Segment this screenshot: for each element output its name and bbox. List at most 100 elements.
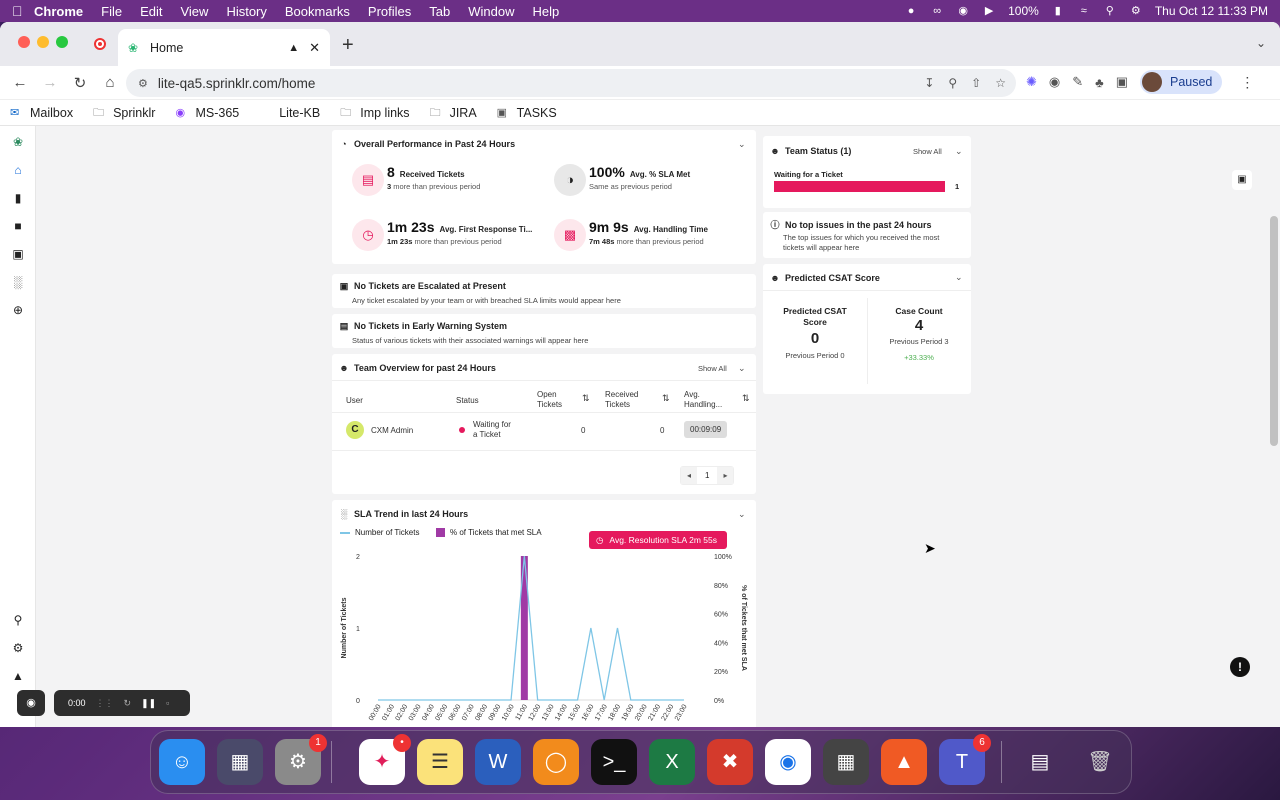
terminal-icon[interactable]: >_: [591, 739, 637, 785]
trash-bin-icon[interactable]: 🗑: [1077, 739, 1123, 785]
menu-view[interactable]: View: [180, 4, 208, 19]
launchpad-icon[interactable]: ▦: [217, 739, 263, 785]
extension-star-icon[interactable]: ✺: [1026, 74, 1037, 90]
page-scrollbar[interactable]: [1270, 216, 1278, 446]
speaker-icon[interactable]: ▲: [288, 42, 299, 54]
bookmark-implinks[interactable]: 🗀 Imp links: [340, 106, 409, 120]
close-window-button[interactable]: [18, 36, 30, 48]
address-bar[interactable]: ⚙ lite-qa5.sprinklr.com/home ↧ ⚲ ⇧ ☆: [126, 69, 1016, 97]
chevron-down-icon[interactable]: ⌄: [738, 509, 746, 520]
teams-icon[interactable]: T6: [939, 734, 991, 785]
team-status-show-all[interactable]: Show All: [913, 147, 942, 156]
notifications-nav-icon[interactable]: ▲: [10, 668, 26, 684]
slack-icon[interactable]: ✦ •: [359, 734, 411, 785]
contacts-nav-icon[interactable]: ■: [10, 218, 26, 234]
sort-icon[interactable]: ⇅: [662, 393, 670, 404]
drag-icon[interactable]: ⋮⋮: [96, 698, 114, 709]
bookmark-jira[interactable]: 🗀 JIRA: [430, 106, 477, 120]
search-nav-icon[interactable]: ⚲: [10, 612, 26, 628]
col-open[interactable]: Open: [537, 390, 557, 399]
vpn-icon[interactable]: ◉: [956, 5, 970, 17]
menu-app[interactable]: Chrome: [34, 4, 83, 19]
menu-window[interactable]: Window: [468, 4, 514, 19]
minimize-window-button[interactable]: [37, 36, 49, 48]
trash-icon[interactable]: ▫: [166, 698, 169, 708]
record-camera-icon[interactable]: ◉: [17, 690, 45, 716]
home-icon[interactable]: ⌂: [100, 74, 120, 91]
remote-desktop-icon[interactable]: ✖: [707, 739, 753, 785]
play-icon[interactable]: ▶: [982, 5, 996, 17]
url-text[interactable]: lite-qa5.sprinklr.com/home: [158, 76, 316, 91]
col-status[interactable]: Status: [456, 396, 479, 405]
chevron-down-icon[interactable]: ⌄: [738, 139, 746, 150]
menu-help[interactable]: Help: [533, 4, 560, 19]
menu-tab[interactable]: Tab: [429, 4, 450, 19]
finder-icon[interactable]: ☺: [159, 739, 205, 785]
home-nav-icon[interactable]: ⌂: [10, 162, 26, 178]
notes-icon[interactable]: ☰: [417, 739, 463, 785]
forward-icon[interactable]: →: [40, 74, 60, 91]
menu-edit[interactable]: Edit: [140, 4, 162, 19]
restart-icon[interactable]: ↻: [124, 698, 132, 709]
team-overview-show-all[interactable]: Show All: [698, 364, 727, 373]
word-icon[interactable]: W: [475, 739, 521, 785]
more-icon[interactable]: ⋮: [1240, 74, 1254, 91]
camera-icon[interactable]: ◉: [1049, 74, 1060, 90]
bookmark-ms365[interactable]: ◉ MS-365: [175, 106, 239, 120]
zoom-window-button[interactable]: [56, 36, 68, 48]
legend-sla[interactable]: % of Tickets that met SLA: [436, 528, 542, 537]
menu-bookmarks[interactable]: Bookmarks: [285, 4, 350, 19]
puzzle-icon[interactable]: ♣: [1095, 75, 1104, 90]
search-icon[interactable]: ⚲: [1103, 5, 1117, 17]
bookmark-litekb[interactable]: Lite-KB: [279, 106, 320, 120]
add-nav-icon[interactable]: ⊕: [10, 302, 26, 318]
chevron-down-icon[interactable]: ⌄: [955, 146, 963, 157]
sort-icon[interactable]: ⇅: [742, 393, 750, 404]
sort-icon[interactable]: ⇅: [582, 393, 590, 404]
back-icon[interactable]: ←: [10, 74, 30, 91]
apple-icon[interactable]: : [12, 3, 34, 19]
tab-search-chevron-icon[interactable]: ⌄: [1256, 36, 1266, 50]
briefcase-nav-icon[interactable]: ▣: [10, 246, 26, 262]
sidepanel-icon[interactable]: ▣: [1116, 74, 1128, 90]
share-icon[interactable]: ⇧: [971, 76, 981, 90]
brave-icon[interactable]: ▲: [881, 739, 927, 785]
pause-icon[interactable]: ❚❚: [141, 698, 156, 709]
calculator-icon[interactable]: ▦: [823, 739, 869, 785]
battery-icon[interactable]: ▮: [1051, 5, 1065, 17]
chrome-icon[interactable]: ◉: [765, 739, 811, 785]
reports-nav-icon[interactable]: ░: [10, 274, 26, 290]
system-settings-icon[interactable]: ⚙ 1: [275, 734, 327, 785]
profile-button[interactable]: Paused: [1139, 70, 1223, 94]
bookmark-sprinklr[interactable]: 🗀 Sprinklr: [93, 106, 155, 120]
bookmark-mailbox[interactable]: ✉ Mailbox: [10, 106, 73, 120]
link-icon[interactable]: ∞: [930, 5, 944, 17]
ticket-nav-icon[interactable]: ▮: [10, 190, 26, 206]
bookmark-star-icon[interactable]: ☆: [995, 76, 1006, 90]
excel-icon[interactable]: X: [649, 739, 695, 785]
row-user-name[interactable]: CXM Admin: [371, 426, 413, 435]
col-avg-handling[interactable]: Avg.: [684, 390, 700, 399]
mic-icon[interactable]: ●: [904, 5, 918, 17]
minimized-window-icon[interactable]: ▤: [1017, 739, 1063, 785]
chevron-down-icon[interactable]: ⌄: [955, 272, 963, 283]
bookmark-tasks[interactable]: ▣ TASKS: [497, 106, 557, 120]
new-tab-button[interactable]: +: [342, 34, 354, 57]
col-user[interactable]: User: [346, 396, 363, 405]
menu-file[interactable]: File: [101, 4, 122, 19]
page-number[interactable]: 1: [697, 467, 717, 484]
settings-nav-icon[interactable]: ⚙: [10, 640, 26, 656]
tab-home[interactable]: ❀ Home ▲ ✕: [118, 29, 330, 66]
clock[interactable]: Thu Oct 12 11:33 PM: [1155, 4, 1268, 18]
chevron-down-icon[interactable]: ⌄: [738, 363, 746, 374]
close-tab-icon[interactable]: ✕: [309, 40, 320, 56]
vpn-app-icon[interactable]: ◯: [533, 739, 579, 785]
prev-page-icon[interactable]: ◂: [681, 467, 698, 484]
pen-icon[interactable]: ✎: [1072, 74, 1083, 90]
next-page-icon[interactable]: ▸: [717, 467, 734, 484]
legend-tickets[interactable]: Number of Tickets: [340, 528, 419, 537]
menu-profiles[interactable]: Profiles: [368, 4, 411, 19]
menu-history[interactable]: History: [226, 4, 266, 19]
zoom-icon[interactable]: ⚲: [948, 76, 957, 90]
reload-icon[interactable]: ↻: [70, 74, 90, 92]
